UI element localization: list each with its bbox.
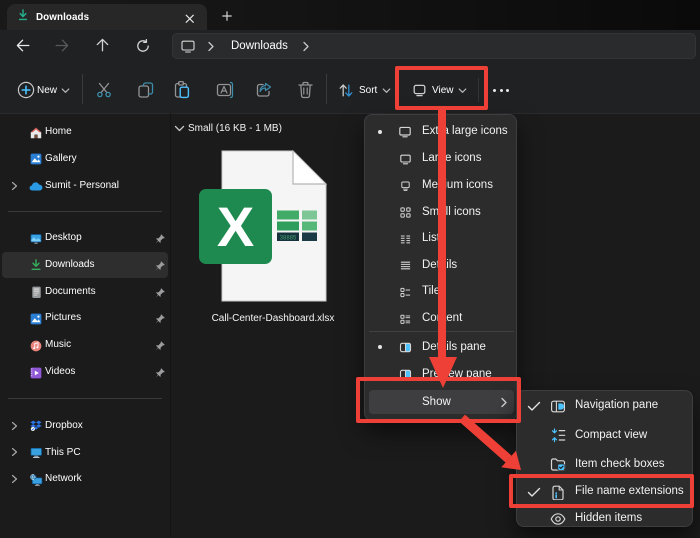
svg-text:X: X bbox=[217, 195, 254, 258]
svg-text:38885: 38885 bbox=[280, 236, 297, 242]
